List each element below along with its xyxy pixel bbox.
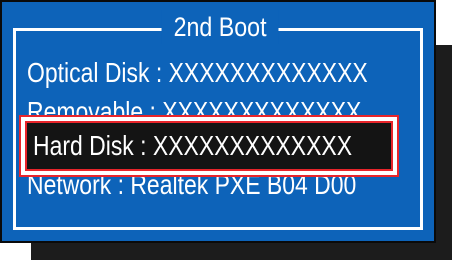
boot-priority-dialog: 2nd Boot Optical Disk : XXXXXXXXXXXXX Re… <box>0 0 436 243</box>
option-label: Optical Disk : XXXXXXXXXXXXX <box>27 57 368 88</box>
boot-option-list: Optical Disk : XXXXXXXXXXXXX Removable :… <box>2 2 438 245</box>
option-optical-disk[interactable]: Optical Disk : XXXXXXXXXXXXX <box>27 55 368 91</box>
option-label: Removable : XXXXXXXXXXXXX <box>27 96 362 116</box>
option-label: Network : Realtek PXE B04 D00 <box>27 177 357 199</box>
option-label: Hard Disk : XXXXXXXXXXXXX <box>33 130 353 161</box>
option-removable[interactable]: Removable : XXXXXXXXXXXXX <box>27 94 361 116</box>
option-network[interactable]: Network : Realtek PXE B04 D00 <box>27 177 356 199</box>
option-hard-disk[interactable]: Hard Disk : XXXXXXXXXXXXX <box>33 126 352 166</box>
